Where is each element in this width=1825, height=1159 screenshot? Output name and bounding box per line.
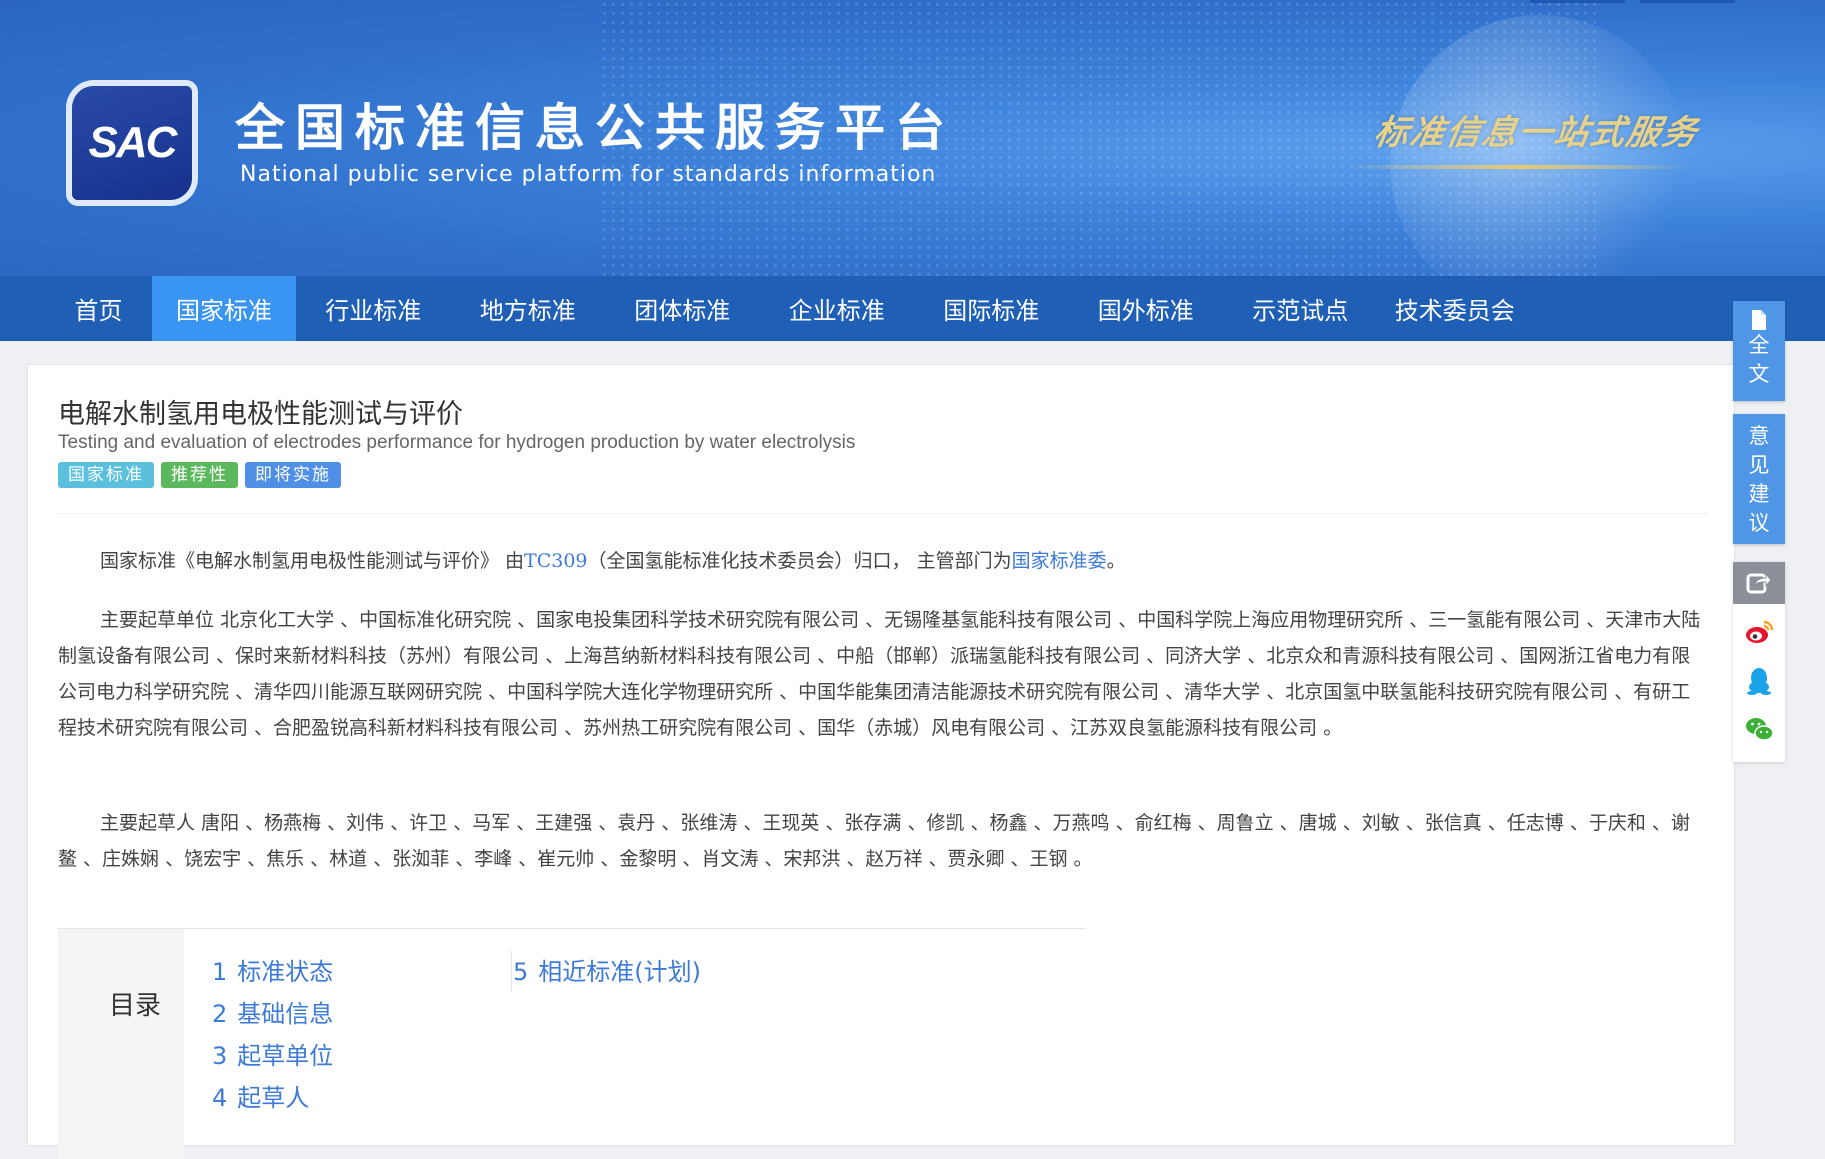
intro-prefix: 国家标准《电解水制氢用电极性能测试与评价》 由 [100, 550, 525, 572]
nav-item-local-standards[interactable]: 地方标准 [451, 276, 606, 341]
toc-item-number: 2 [212, 1000, 228, 1028]
fulltext-char: 文 [1748, 362, 1770, 386]
drafters-paragraph: 主要起草人 唐阳 、杨燕梅 、刘伟 、许卫 、马军 、王建强 、袁丹 、张维涛 … [58, 805, 1708, 877]
tag-group: 国家标准 推荐性 即将实施 [58, 462, 341, 488]
slogan-underline [1350, 165, 1690, 169]
toc-item-similar-standards[interactable]: 5 相近标准(计划) [513, 951, 701, 993]
toc-item-drafting-units[interactable]: 3 起草单位 [212, 1035, 333, 1077]
wechat-icon[interactable] [1744, 714, 1774, 744]
toc-item-label: 起草单位 [237, 1042, 334, 1070]
toc-column: 5 相近标准(计划) [513, 951, 701, 993]
toc-label-box: 目录 [58, 929, 184, 1159]
site-title: 全国标准信息公共服务平台 [235, 99, 955, 157]
toc-item-number: 3 [212, 1042, 228, 1070]
nav-item-foreign-standards[interactable]: 国外标准 [1069, 276, 1224, 341]
top-bar-tab[interactable] [1530, 0, 1625, 3]
toc-item-number: 5 [513, 958, 529, 986]
drafters-label: 主要起草人 [100, 812, 196, 834]
qq-icon[interactable] [1744, 666, 1774, 696]
intro-paragraph: 国家标准《电解水制氢用电极性能测试与评价》 由TC309（全国氢能标准化技术委员… [58, 543, 1708, 579]
feedback-char: 意 [1748, 424, 1770, 448]
toc-label: 目录 [109, 991, 162, 1021]
tag-recommended: 推荐性 [161, 462, 238, 488]
site-subtitle: National public service platform for sta… [240, 162, 937, 187]
feedback-button[interactable]: 意 见 建 议 [1733, 414, 1785, 544]
tc-link[interactable]: TC309 [524, 550, 587, 572]
nav-item-pilot-demos[interactable]: 示范试点 [1223, 276, 1378, 341]
document-icon [1752, 310, 1766, 330]
share-icon [1746, 572, 1772, 594]
dept-link[interactable]: 国家标准委 [1012, 550, 1107, 572]
nav-item-home[interactable]: 首页 [45, 276, 152, 341]
top-bar-tab[interactable] [1640, 0, 1735, 3]
intro-suffix: 。 [1106, 550, 1126, 572]
share-panel [1733, 562, 1785, 762]
nav-item-industry-standards[interactable]: 行业标准 [296, 276, 451, 341]
toc-item-label: 起草人 [237, 1084, 310, 1112]
standard-title-en: Testing and evaluation of electrodes per… [58, 432, 856, 453]
slogan: 标准信息一站式服务 [1370, 113, 1702, 153]
nav-item-enterprise-standards[interactable]: 企业标准 [760, 276, 915, 341]
sac-logo[interactable]: SAC [72, 86, 192, 200]
drafting-units-label: 主要起草单位 [100, 609, 215, 631]
toc-item-drafters[interactable]: 4 起草人 [212, 1077, 333, 1119]
standard-detail-card: 电解水制氢用电极性能测试与评价 Testing and evaluation o… [27, 364, 1735, 1159]
nav-item-national-standards[interactable]: 国家标准 [152, 276, 296, 341]
toc-item-label: 基础信息 [237, 1000, 334, 1028]
toc-item-number: 4 [212, 1084, 228, 1112]
intro-mid: （全国氢能标准化技术委员会）归口， 主管部门为 [587, 550, 1012, 572]
toc-item-label: 标准状态 [237, 958, 334, 986]
nav-item-international-standards[interactable]: 国际标准 [914, 276, 1069, 341]
weibo-icon[interactable] [1744, 616, 1774, 646]
table-of-contents: 目录 1 标准状态 2 基础信息 3 起草单位 4 起草人 5 相近标准(计划) [58, 928, 1086, 1159]
drafters-text: 唐阳 、杨燕梅 、刘伟 、许卫 、马军 、王建强 、袁丹 、张维涛 、王现英 、… [58, 812, 1690, 870]
toc-column: 1 标准状态 2 基础信息 3 起草单位 4 起草人 [212, 951, 333, 1119]
header-banner: SAC 全国标准信息公共服务平台 National public service… [0, 0, 1825, 276]
toc-item-status[interactable]: 1 标准状态 [212, 951, 333, 993]
logo-text: SAC [88, 118, 178, 167]
toc-item-basic-info[interactable]: 2 基础信息 [212, 993, 333, 1035]
drafting-units-paragraph: 主要起草单位 北京化工大学 、中国标准化研究院 、国家电投集团科学技术研究院有限… [58, 602, 1708, 746]
feedback-char: 建 [1748, 482, 1770, 506]
feedback-char: 见 [1748, 453, 1770, 477]
tag-upcoming: 即将实施 [245, 462, 341, 488]
drafting-units-text: 北京化工大学 、中国标准化研究院 、国家电投集团科学技术研究院有限公司 、无锡隆… [58, 609, 1701, 739]
toc-item-label: 相近标准(计划) [538, 958, 702, 986]
feedback-char: 议 [1748, 511, 1770, 535]
nav-item-technical-committees[interactable]: 技术委员会 [1378, 276, 1533, 341]
tag-national-standard: 国家标准 [58, 462, 154, 488]
nav-item-group-standards[interactable]: 团体标准 [605, 276, 760, 341]
fulltext-char: 全 [1748, 333, 1770, 357]
main-nav: 首页 国家标准 行业标准 地方标准 团体标准 企业标准 国际标准 国外标准 示范… [0, 276, 1825, 341]
fulltext-button[interactable]: 全 文 [1733, 301, 1785, 401]
share-button[interactable] [1733, 562, 1785, 604]
toc-item-number: 1 [212, 958, 228, 986]
divider [58, 513, 1708, 514]
standard-title-zh: 电解水制氢用电极性能测试与评价 [58, 399, 463, 430]
toc-separator [511, 951, 512, 991]
